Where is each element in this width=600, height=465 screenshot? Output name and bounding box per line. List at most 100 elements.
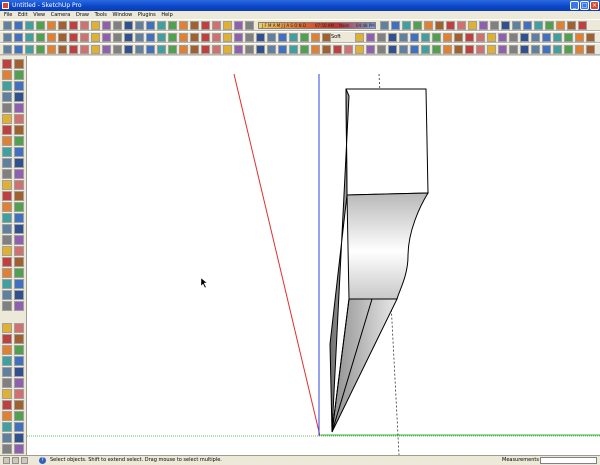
- toolbar-tool-icon[interactable]: [113, 45, 122, 54]
- large-tool-icon[interactable]: [14, 411, 24, 421]
- toolbar-tool-icon[interactable]: [432, 33, 441, 42]
- large-tool-icon[interactable]: [2, 202, 12, 212]
- toolbar-tool-icon[interactable]: [69, 21, 78, 30]
- toolbar-tool-icon[interactable]: [355, 33, 364, 42]
- large-tool-icon[interactable]: [2, 180, 12, 190]
- large-tool-icon[interactable]: [2, 224, 12, 234]
- toolbar-tool-icon[interactable]: [179, 21, 188, 30]
- large-tool-icon[interactable]: [14, 224, 24, 234]
- toolbar-tool-icon[interactable]: [454, 33, 463, 42]
- toolbar-tool-icon[interactable]: [267, 33, 276, 42]
- toolbar-tool-icon[interactable]: [25, 45, 34, 54]
- large-tool-icon[interactable]: [2, 191, 12, 201]
- toolbar-tool-icon[interactable]: [102, 33, 111, 42]
- large-tool-icon[interactable]: [14, 213, 24, 223]
- toolbar-tool-icon[interactable]: [190, 45, 199, 54]
- toolbar-tool-icon[interactable]: [542, 33, 551, 42]
- toolbar-tool-icon[interactable]: [201, 45, 210, 54]
- toolbar-tool-icon[interactable]: [446, 21, 455, 30]
- toolbar-tool-icon[interactable]: [146, 33, 155, 42]
- toolbar-tool-icon[interactable]: [80, 21, 89, 30]
- toolbar-tool-icon[interactable]: [212, 33, 221, 42]
- menu-file[interactable]: File: [4, 11, 12, 19]
- large-tool-icon[interactable]: [14, 257, 24, 267]
- toolbar-tool-icon[interactable]: [476, 33, 485, 42]
- toolbar-tool-icon[interactable]: [3, 21, 12, 30]
- toolbar-tool-icon[interactable]: [410, 33, 419, 42]
- toolbar-tool-icon[interactable]: [476, 45, 485, 54]
- toolbar-tool-icon[interactable]: [501, 21, 510, 30]
- large-tool-icon[interactable]: [2, 103, 12, 113]
- large-tool-icon[interactable]: [14, 378, 24, 388]
- large-tool-icon[interactable]: [2, 444, 12, 454]
- drawing-viewport[interactable]: [27, 56, 600, 455]
- toolbar-tool-icon[interactable]: [47, 33, 56, 42]
- toolbar-tool-icon[interactable]: [36, 21, 45, 30]
- large-tool-icon[interactable]: [14, 301, 24, 311]
- toolbar-tool-icon[interactable]: [366, 45, 375, 54]
- menu-draw[interactable]: Draw: [76, 11, 89, 19]
- toolbar-tool-icon[interactable]: [58, 33, 67, 42]
- model-curved-face[interactable]: [346, 192, 429, 300]
- toolbar-tool-icon[interactable]: [124, 21, 133, 30]
- large-tool-icon[interactable]: [14, 400, 24, 410]
- toolbar-tool-icon[interactable]: [80, 45, 89, 54]
- toolbar-tool-icon[interactable]: [168, 45, 177, 54]
- large-tool-icon[interactable]: [2, 378, 12, 388]
- toolbar-tool-icon[interactable]: [586, 33, 595, 42]
- toolbar-tool-icon[interactable]: [3, 45, 12, 54]
- toolbar-tool-icon[interactable]: [498, 45, 507, 54]
- toolbar-tool-icon[interactable]: [179, 33, 188, 42]
- toolbar-tool-icon[interactable]: [377, 45, 386, 54]
- toolbar-tool-icon[interactable]: [457, 21, 466, 30]
- model-canvas[interactable]: [27, 56, 600, 455]
- toolbar-tool-icon[interactable]: [468, 21, 477, 30]
- toolbar-tool-icon[interactable]: [553, 45, 562, 54]
- toolbar-tool-icon[interactable]: [124, 33, 133, 42]
- large-tool-icon[interactable]: [2, 400, 12, 410]
- toolbar-tool-icon[interactable]: [479, 21, 488, 30]
- large-tool-icon[interactable]: [2, 334, 12, 344]
- toolbar-tool-icon[interactable]: [391, 21, 400, 30]
- toolbar-tool-icon[interactable]: [234, 21, 243, 30]
- large-tool-icon[interactable]: [2, 169, 12, 179]
- toolbar-tool-icon[interactable]: [102, 45, 111, 54]
- toolbar-tool-icon[interactable]: [146, 21, 155, 30]
- toolbar-tool-icon[interactable]: [344, 45, 353, 54]
- toolbar-tool-icon[interactable]: [157, 45, 166, 54]
- large-tool-icon[interactable]: [14, 422, 24, 432]
- toolbar-tool-icon[interactable]: [564, 45, 573, 54]
- model-lower-face[interactable]: [331, 298, 398, 433]
- large-tool-icon[interactable]: [14, 125, 24, 135]
- large-tool-icon[interactable]: [2, 81, 12, 91]
- toolbar-tool-icon[interactable]: [289, 45, 298, 54]
- toolbar-tool-icon[interactable]: [234, 33, 243, 42]
- large-tool-icon[interactable]: [2, 422, 12, 432]
- toolbar-tool-icon[interactable]: [124, 45, 133, 54]
- toolbar-tool-icon[interactable]: [399, 45, 408, 54]
- large-tool-icon[interactable]: [2, 125, 12, 135]
- toolbar-tool-icon[interactable]: [113, 21, 122, 30]
- model-top-face[interactable]: [345, 88, 429, 196]
- toolbar-tool-icon[interactable]: [413, 21, 422, 30]
- large-tool-icon[interactable]: [2, 235, 12, 245]
- large-tool-icon[interactable]: [14, 103, 24, 113]
- toolbar-tool-icon[interactable]: [25, 33, 34, 42]
- large-tool-icon[interactable]: [2, 70, 12, 80]
- large-tool-icon[interactable]: [14, 92, 24, 102]
- toolbar-tool-icon[interactable]: [553, 33, 562, 42]
- large-tool-icon[interactable]: [2, 114, 12, 124]
- menu-edit[interactable]: Edit: [18, 11, 28, 19]
- toolbar-tool-icon[interactable]: [509, 33, 518, 42]
- toolbar-tool-icon[interactable]: [586, 45, 595, 54]
- toolbar-tool-icon[interactable]: [443, 45, 452, 54]
- large-tool-icon[interactable]: [2, 147, 12, 157]
- toolbar-tool-icon[interactable]: [256, 45, 265, 54]
- toolbar-tool-icon[interactable]: [102, 21, 111, 30]
- large-tool-icon[interactable]: [2, 356, 12, 366]
- toolbar-tool-icon[interactable]: [520, 33, 529, 42]
- toolbar-tool-icon[interactable]: [91, 21, 100, 30]
- toolbar-tool-icon[interactable]: [3, 33, 12, 42]
- large-tool-icon[interactable]: [14, 356, 24, 366]
- toolbar-tool-icon[interactable]: [190, 21, 199, 30]
